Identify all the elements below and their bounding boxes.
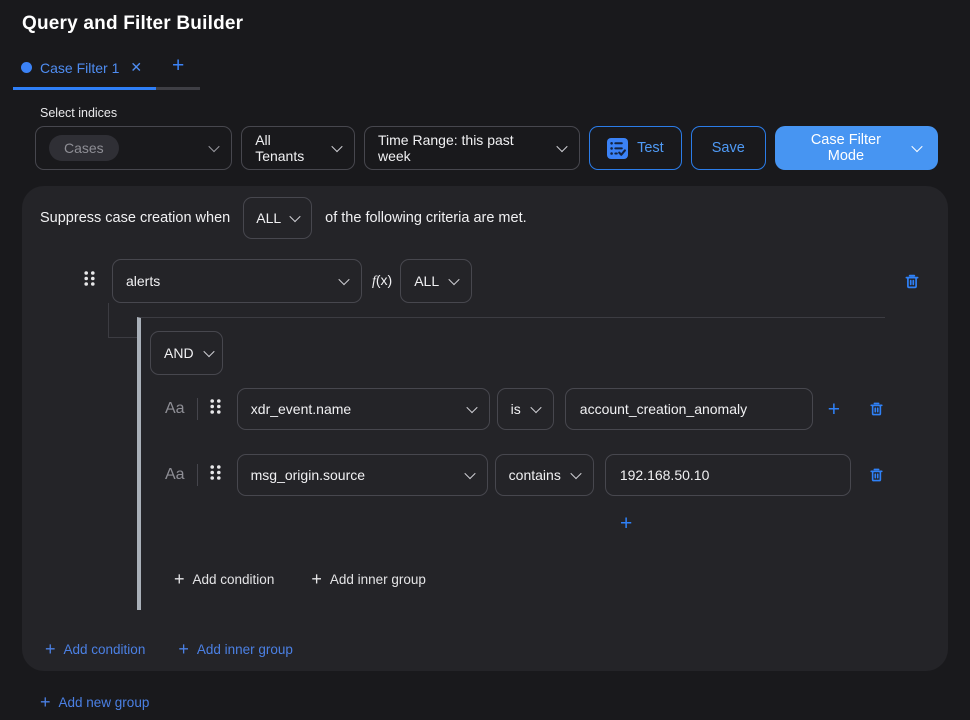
logic-operator-select[interactable]: AND bbox=[150, 331, 223, 375]
chevron-down-icon bbox=[331, 141, 342, 152]
case-filter-mode-label: Case Filter Mode bbox=[792, 132, 900, 164]
group-header-row: alerts f(x) ALL bbox=[40, 259, 930, 303]
group-field-select[interactable]: alerts bbox=[112, 259, 362, 303]
add-new-group-button[interactable]: + Add new group bbox=[40, 693, 149, 711]
tab-label: Case Filter 1 bbox=[40, 60, 119, 76]
tenant-select[interactable]: All Tenants bbox=[241, 126, 355, 170]
condition-field-select[interactable]: xdr_event.name bbox=[237, 388, 490, 430]
plus-icon: + bbox=[311, 570, 322, 588]
suppress-operator-select[interactable]: ALL bbox=[243, 197, 312, 239]
condition-row: Aa xdr_event.name is + bbox=[150, 388, 885, 430]
condition-field-value: xdr_event.name bbox=[251, 401, 351, 417]
time-range-select[interactable]: Time Range: this past week bbox=[364, 126, 580, 170]
add-inner-group-label: Add inner group bbox=[197, 642, 293, 657]
tenant-select-value: All Tenants bbox=[255, 132, 322, 164]
add-tab-button[interactable]: + bbox=[156, 50, 200, 90]
toolbar: Cases All Tenants Time Range: this past … bbox=[0, 126, 970, 170]
group-field-value: alerts bbox=[126, 273, 160, 289]
chevron-down-icon bbox=[289, 211, 300, 222]
suppress-text-suffix: of the following criteria are met. bbox=[325, 210, 526, 226]
add-new-group-label: Add new group bbox=[59, 695, 150, 710]
chevron-down-icon bbox=[556, 141, 567, 152]
condition-field-value: msg_origin.source bbox=[251, 467, 365, 483]
suppress-operator-value: ALL bbox=[256, 210, 281, 226]
plus-icon: + bbox=[174, 570, 185, 588]
save-button-label: Save bbox=[712, 140, 745, 156]
group-operator-value: ALL bbox=[414, 273, 439, 289]
delete-group-button[interactable] bbox=[903, 272, 921, 291]
add-condition-button[interactable]: + Add condition bbox=[45, 640, 145, 658]
case-filter-mode-button[interactable]: Case Filter Mode bbox=[775, 126, 938, 170]
add-inner-group-button[interactable]: + Add inner group bbox=[178, 640, 293, 658]
condition-row-actions: + bbox=[828, 399, 885, 420]
divider bbox=[197, 464, 198, 486]
add-condition-inline-button[interactable]: + bbox=[620, 513, 632, 534]
drag-handle-icon[interactable] bbox=[83, 270, 96, 292]
group-operator-select[interactable]: ALL bbox=[400, 259, 472, 303]
condition-operator-select[interactable]: is bbox=[497, 388, 554, 430]
condition-row: Aa msg_origin.source contains bbox=[150, 454, 885, 496]
chevron-down-icon bbox=[464, 468, 475, 479]
indices-select[interactable]: Cases bbox=[35, 126, 232, 170]
add-inner-group-button[interactable]: + Add inner group bbox=[311, 570, 426, 588]
time-range-value: Time Range: this past week bbox=[378, 132, 547, 164]
condition-row-actions bbox=[868, 466, 885, 484]
fx-label: f(x) bbox=[372, 272, 392, 290]
plus-icon: + bbox=[40, 693, 51, 711]
delete-condition-button[interactable] bbox=[868, 400, 885, 418]
select-indices-label: Select indices bbox=[40, 106, 970, 120]
chevron-down-icon bbox=[530, 402, 541, 413]
test-button-label: Test bbox=[637, 140, 664, 156]
plus-icon: + bbox=[45, 640, 56, 658]
chevron-down-icon bbox=[209, 141, 220, 152]
condition-field-select[interactable]: msg_origin.source bbox=[237, 454, 488, 496]
tree-connector-line bbox=[108, 303, 137, 338]
drag-handle-icon[interactable] bbox=[209, 398, 222, 420]
chevron-down-icon bbox=[448, 274, 459, 285]
unsaved-dot-icon bbox=[21, 62, 32, 73]
text-type-icon: Aa bbox=[165, 466, 186, 484]
add-condition-button[interactable]: + Add condition bbox=[174, 570, 274, 588]
condition-operator-value: contains bbox=[509, 467, 561, 483]
condition-operator-select[interactable]: contains bbox=[495, 454, 594, 496]
chevron-down-icon bbox=[570, 468, 581, 479]
page-title: Query and Filter Builder bbox=[0, 0, 970, 35]
tab-case-filter-1[interactable]: Case Filter 1 ✕ bbox=[13, 50, 156, 90]
page-footer-actions: + Add new group bbox=[40, 693, 970, 711]
inner-group-actions: + Add condition + Add inner group bbox=[150, 570, 885, 588]
condition-value-input[interactable] bbox=[565, 388, 813, 430]
add-condition-inline-row: + bbox=[150, 513, 885, 534]
inner-condition-group: AND Aa xdr_event.name is bbox=[137, 317, 885, 610]
chevron-down-icon bbox=[911, 141, 922, 152]
divider bbox=[197, 398, 198, 420]
add-condition-label: Add condition bbox=[64, 642, 146, 657]
chevron-down-icon bbox=[466, 402, 477, 413]
suppress-rule-row: Suppress case creation when ALL of the f… bbox=[40, 197, 930, 239]
text-type-icon: Aa bbox=[165, 400, 186, 418]
add-condition-label: Add condition bbox=[193, 572, 275, 587]
tab-bar: Case Filter 1 ✕ + bbox=[0, 50, 970, 90]
test-checklist-icon bbox=[607, 138, 628, 159]
plus-icon: + bbox=[828, 399, 840, 420]
test-button[interactable]: Test bbox=[589, 126, 682, 170]
condition-operator-value: is bbox=[511, 401, 521, 417]
chevron-down-icon bbox=[338, 274, 349, 285]
drag-handle-icon[interactable] bbox=[209, 464, 222, 486]
add-inner-group-label: Add inner group bbox=[330, 572, 426, 587]
condition-value-input[interactable] bbox=[605, 454, 851, 496]
suppress-text-prefix: Suppress case creation when bbox=[40, 210, 230, 226]
indices-selected-chip[interactable]: Cases bbox=[49, 135, 119, 161]
chevron-down-icon bbox=[203, 346, 214, 357]
plus-icon: + bbox=[178, 640, 189, 658]
add-value-button[interactable]: + bbox=[828, 399, 840, 420]
logic-operator-value: AND bbox=[164, 345, 194, 361]
tab-close-icon[interactable]: ✕ bbox=[130, 59, 142, 76]
save-button[interactable]: Save bbox=[691, 126, 766, 170]
filter-group-panel: Suppress case creation when ALL of the f… bbox=[22, 186, 948, 671]
delete-condition-button[interactable] bbox=[868, 466, 885, 484]
group-actions: + Add condition + Add inner group bbox=[40, 640, 930, 658]
plus-icon: + bbox=[620, 513, 632, 534]
